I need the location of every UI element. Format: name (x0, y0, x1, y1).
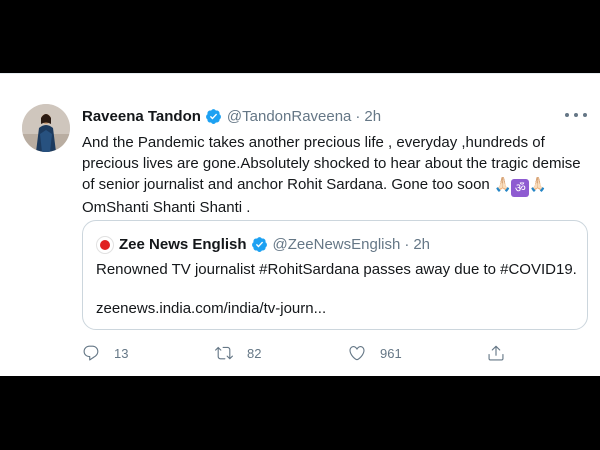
quoted-author-handle: @ZeeNewsEnglish (272, 235, 401, 253)
quoted-tweet-header: Zee News English @ZeeNewsEnglish · 2h (119, 234, 430, 254)
author-handle[interactable]: @TandonRaveena (227, 108, 351, 125)
like-icon (349, 346, 365, 361)
quoted-tweet-link[interactable]: zeenews.india.com/india/tv-journ... (96, 298, 576, 319)
pray-emoji-icon: 🙏🏻 (529, 177, 547, 193)
author-avatar[interactable] (22, 104, 70, 152)
tweet-header: Raveena Tandon @TandonRaveena · 2h (82, 106, 381, 126)
tweet-actions: 13 82 961 (82, 342, 512, 364)
like-button[interactable]: 961 (348, 342, 402, 364)
tweet-text: And the Pandemic takes another precious … (82, 132, 592, 218)
quoted-tweet-text: Renowned TV journalist #RohitSardana pas… (96, 261, 577, 278)
tweet-card[interactable]: Raveena Tandon @TandonRaveena · 2h And t… (0, 73, 600, 376)
reply-count: 13 (114, 345, 129, 361)
more-options-icon[interactable] (565, 108, 587, 122)
author-name[interactable]: Raveena Tandon (82, 108, 201, 125)
separator-dot: · (404, 235, 410, 253)
tweet-text-line: precious lives are gone.Absolutely shock… (82, 155, 581, 172)
share-button[interactable] (487, 342, 505, 364)
quoted-author-avatar (96, 236, 114, 254)
share-icon (488, 345, 504, 361)
tweet-text-line: of senior journalist and anchor Rohit Sa… (82, 174, 592, 197)
quoted-tweet[interactable]: Zee News English @ZeeNewsEnglish · 2h Re… (82, 220, 588, 330)
retweet-button[interactable]: 82 (215, 342, 261, 364)
retweet-icon (215, 346, 233, 360)
quoted-tweet-time: 2h (413, 235, 431, 253)
reply-icon (83, 345, 99, 361)
om-emoji-icon: ॐ (511, 179, 530, 197)
verified-badge-icon (205, 108, 221, 124)
verified-badge-icon (251, 236, 267, 252)
reply-button[interactable]: 13 (82, 342, 128, 364)
quoted-author-name: Zee News English (119, 235, 247, 253)
retweet-count: 82 (247, 345, 262, 361)
author-avatar-image (22, 104, 70, 152)
tweet-text-line: OmShanti Shanti Shanti . (82, 199, 251, 216)
separator-dot: · (355, 107, 361, 125)
tweet-text-segment: of senior journalist and anchor Rohit Sa… (82, 176, 490, 193)
pray-emoji-icon: 🙏🏻 (493, 177, 512, 193)
tweet-time[interactable]: 2h (364, 108, 381, 125)
like-count: 961 (380, 345, 402, 361)
tweet-text-line: And the Pandemic takes another precious … (82, 134, 545, 151)
